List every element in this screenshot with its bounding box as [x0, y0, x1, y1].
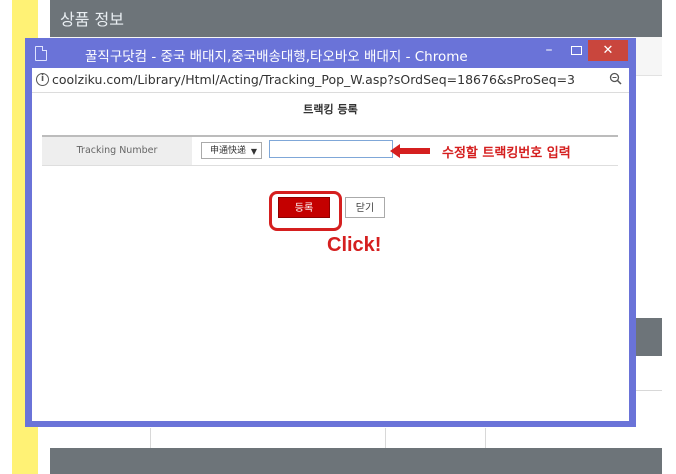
background-table-divider [150, 428, 151, 448]
click-annotation: Click! [327, 234, 382, 256]
carrier-select[interactable]: 申通快递 ▼ [201, 142, 262, 159]
zoom-icon[interactable] [609, 72, 622, 85]
annotation-arrow-icon [390, 144, 430, 158]
background-divider [634, 390, 662, 391]
background-section-header: 상품 정보 [50, 0, 662, 37]
popup-title: 트랙킹 등록 [303, 103, 358, 116]
background-header-block [634, 318, 662, 356]
info-icon[interactable]: i [36, 73, 49, 86]
register-button[interactable]: 등록 [278, 197, 330, 218]
page-icon [35, 46, 47, 61]
chrome-popup-window: 꿀직구닷컴 - 중국 배대지,중국배송대행,타오바오 배대지 - Chrome … [25, 38, 636, 427]
close-button[interactable]: 닫기 [345, 197, 385, 218]
minimize-button[interactable]: – [536, 42, 562, 60]
maximize-button[interactable] [565, 42, 587, 60]
close-window-button[interactable]: ✕ [588, 40, 628, 61]
background-footer-bar [50, 448, 662, 474]
background-table-divider [485, 428, 486, 448]
annotation-note: 수정할 트랙킹번호 입력 [442, 146, 571, 161]
tracking-number-label: Tracking Number [42, 137, 192, 165]
window-title: 꿀직구닷컴 - 중국 배대지,중국배송대행,타오바오 배대지 - Chrome [85, 49, 468, 65]
carrier-selected-value: 申通快递 [210, 146, 247, 156]
window-titlebar[interactable]: 꿀직구닷컴 - 중국 배대지,중국배송대행,타오바오 배대지 - Chrome … [25, 38, 636, 68]
address-bar[interactable]: i coolziku.com/Library/Html/Acting/Track… [32, 68, 629, 93]
address-url[interactable]: coolziku.com/Library/Html/Acting/Trackin… [52, 72, 575, 87]
tracking-number-input[interactable] [269, 140, 393, 158]
dropdown-arrow-icon: ▼ [250, 147, 257, 156]
background-section-title: 상품 정보 [60, 10, 124, 29]
background-table-divider [385, 428, 386, 448]
